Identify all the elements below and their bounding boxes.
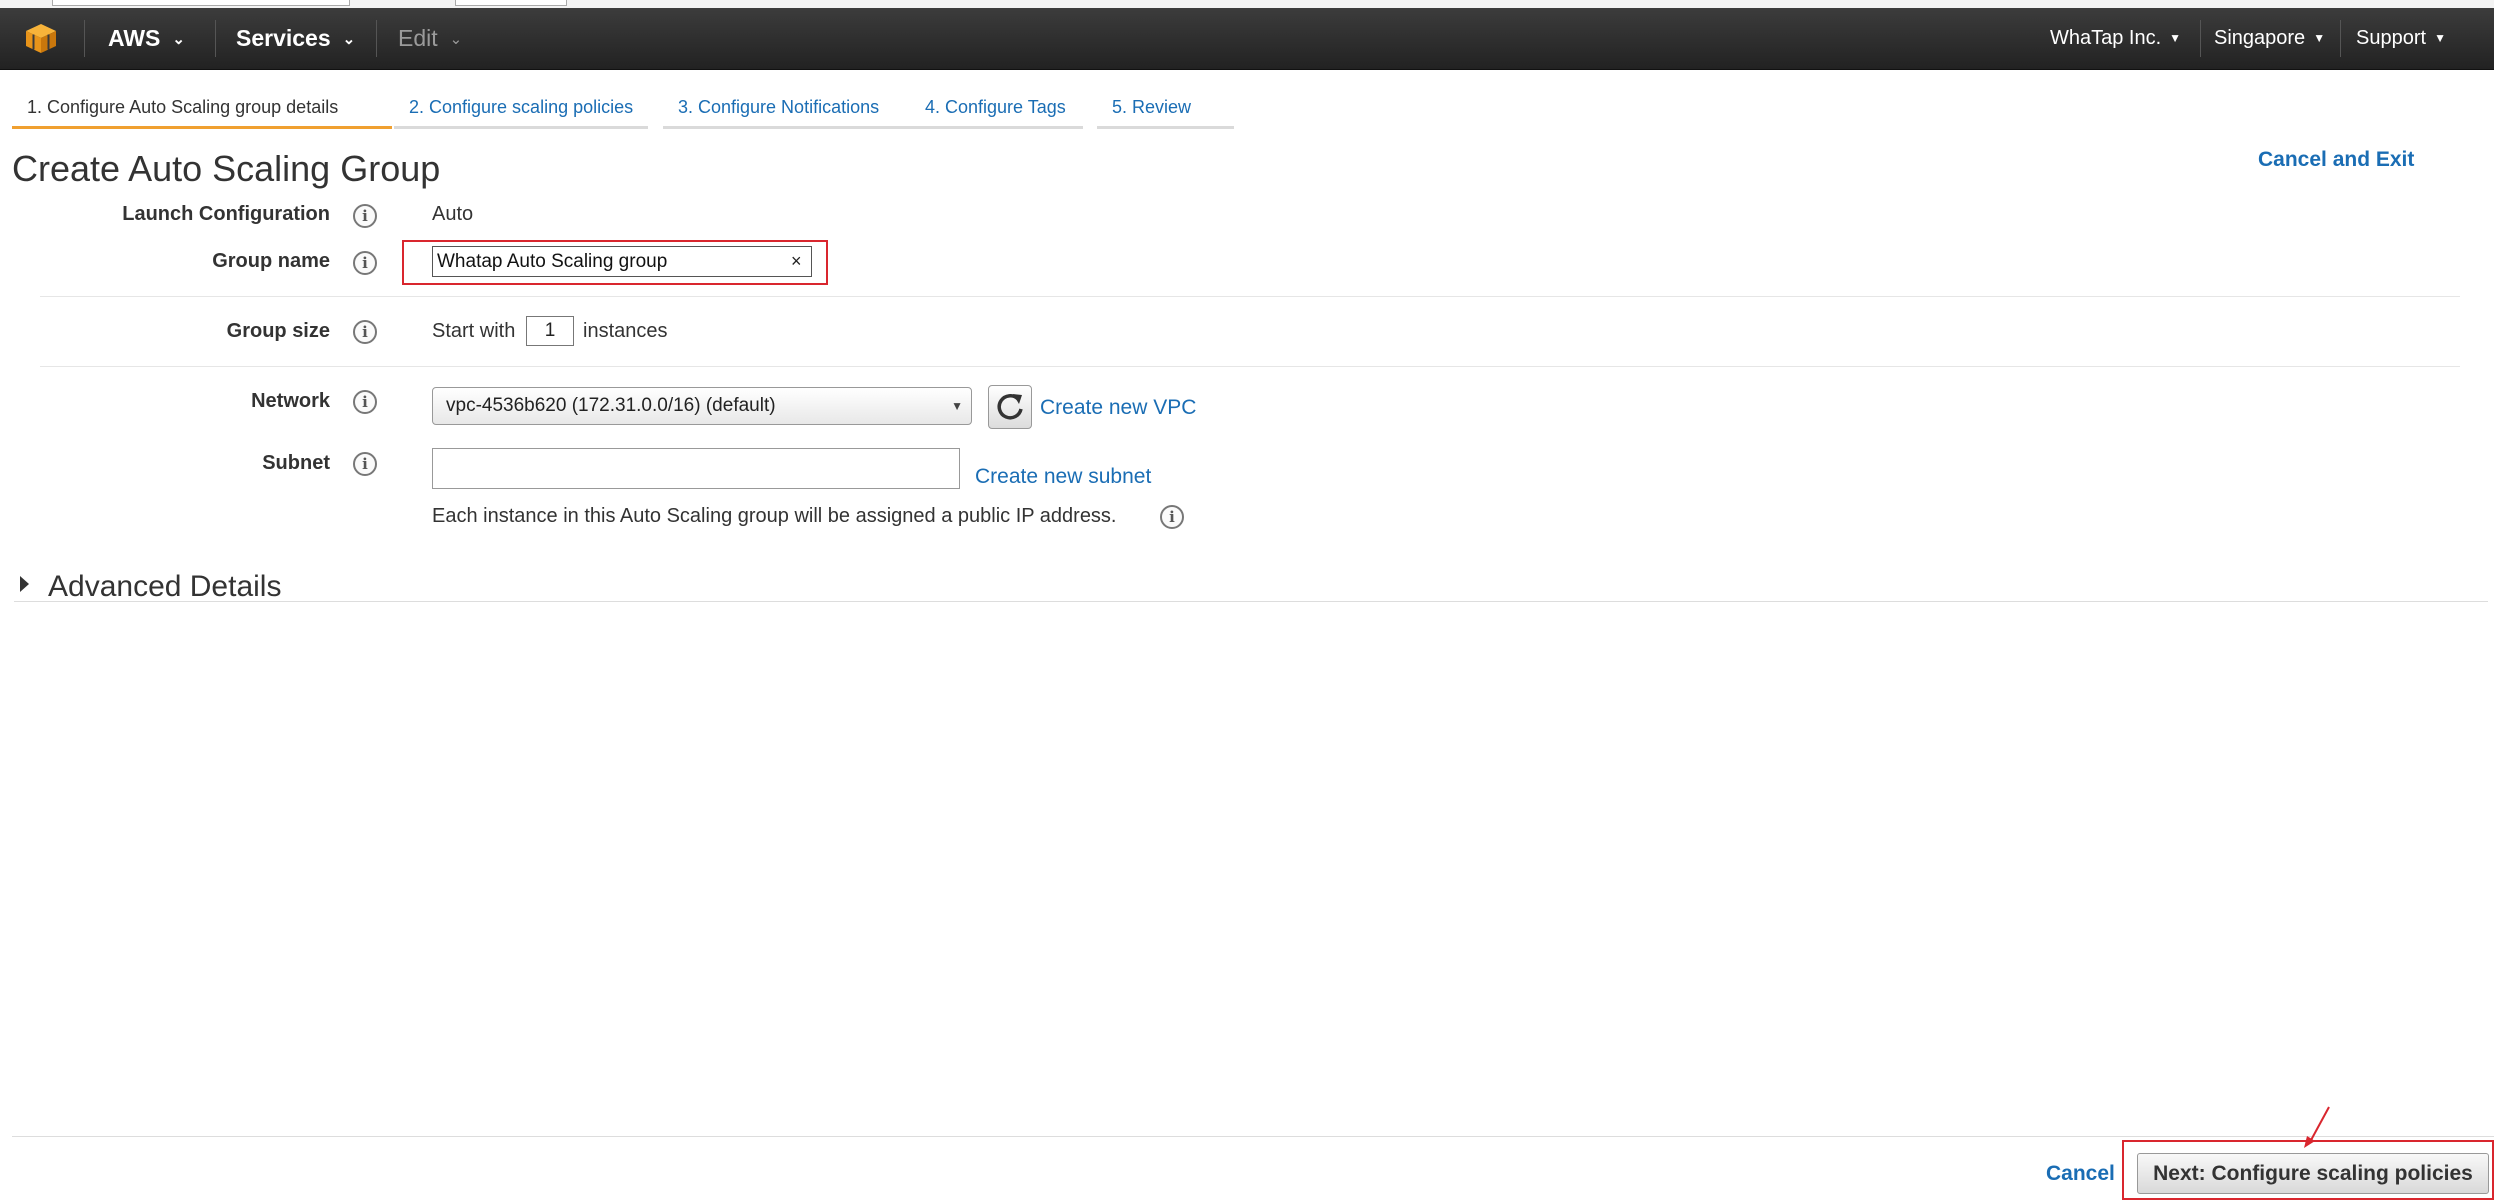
chevron-down-icon: ⌄	[342, 31, 356, 49]
caret-down-icon: ▼	[2313, 31, 2326, 46]
tab-configure-tags[interactable]: 4. Configure Tags	[910, 92, 1083, 129]
tab-label: 1. Configure Auto Scaling group details	[27, 97, 339, 117]
clear-input-icon[interactable]: ×	[791, 251, 802, 271]
info-icon[interactable]: i	[353, 251, 377, 275]
region-menu[interactable]: Singapore ▼	[2214, 8, 2325, 69]
support-menu-label: Support	[2356, 27, 2427, 49]
network-selected-value: vpc-4536b620 (172.31.0.0/16) (default)	[446, 395, 776, 416]
tab-review[interactable]: 5. Review	[1097, 92, 1234, 129]
info-icon[interactable]: i	[353, 204, 377, 228]
aws-menu[interactable]: AWS ⌄	[108, 8, 185, 69]
info-icon[interactable]: i	[353, 320, 377, 344]
services-menu[interactable]: Services ⌄	[236, 8, 355, 69]
caret-down-icon: ▼	[2169, 31, 2182, 46]
group-name-input[interactable]	[432, 246, 812, 277]
support-menu[interactable]: Support ▼	[2356, 8, 2446, 69]
launch-configuration-label: Launch Configuration	[122, 203, 330, 225]
chevron-down-icon: ⌄	[172, 31, 185, 49]
launch-configuration-value: Auto	[432, 203, 474, 225]
advanced-details-toggle[interactable]: Advanced Details	[48, 570, 281, 604]
nav-divider	[2340, 20, 2341, 57]
info-icon[interactable]: i	[353, 390, 377, 414]
cancel-link[interactable]: Cancel	[2046, 1162, 2115, 1186]
tab-label: 5. Review	[1112, 97, 1192, 117]
caret-down-icon: ▼	[2434, 31, 2446, 46]
tab-configure-scaling-policies[interactable]: 2. Configure scaling policies	[394, 92, 648, 129]
refresh-icon	[997, 394, 1023, 420]
create-new-vpc-link[interactable]: Create new VPC	[1040, 396, 1196, 420]
services-menu-label: Services	[236, 25, 331, 51]
tab-label: 4. Configure Tags	[925, 97, 1066, 117]
cancel-and-exit-link[interactable]: Cancel and Exit	[2258, 148, 2414, 172]
nav-divider	[84, 20, 85, 57]
tab-fragment	[455, 0, 567, 6]
network-label: Network	[251, 390, 330, 412]
account-menu[interactable]: WhaTap Inc. ▼	[2050, 8, 2181, 69]
annotation-arrow-icon	[2304, 1106, 2330, 1148]
advanced-divider	[14, 601, 2488, 602]
tab-configure-notifications[interactable]: 3. Configure Notifications	[663, 92, 912, 129]
section-divider	[40, 296, 2460, 297]
edit-menu[interactable]: Edit ⌄	[398, 8, 462, 69]
account-menu-label: WhaTap Inc.	[2050, 27, 2162, 49]
chevron-down-icon: ⌄	[449, 31, 463, 49]
network-select[interactable]: vpc-4536b620 (172.31.0.0/16) (default) ▼	[432, 387, 972, 425]
subnet-input[interactable]	[432, 448, 960, 489]
group-size-prefix: Start with	[432, 320, 516, 342]
group-size-input[interactable]	[526, 316, 574, 346]
tab-label: 2. Configure scaling policies	[409, 97, 634, 117]
page-title: Create Auto Scaling Group	[12, 148, 441, 189]
refresh-button[interactable]	[988, 385, 1032, 429]
nav-divider	[215, 20, 216, 57]
nav-divider	[2200, 20, 2201, 57]
info-icon[interactable]: i	[353, 452, 377, 476]
aws-menu-label: AWS	[108, 25, 161, 51]
aws-cube-icon[interactable]	[24, 22, 58, 54]
address-bar-fragment	[52, 0, 350, 6]
tab-label: 3. Configure Notifications	[678, 97, 880, 117]
group-name-label: Group name	[212, 250, 330, 272]
caret-right-icon[interactable]	[20, 576, 29, 592]
nav-divider	[376, 20, 377, 57]
next-configure-scaling-policies-button[interactable]: Next: Configure scaling policies	[2137, 1153, 2489, 1194]
group-size-suffix: instances	[583, 320, 668, 342]
caret-down-icon: ▼	[951, 399, 963, 413]
tab-configure-group-details[interactable]: 1. Configure Auto Scaling group details	[12, 92, 392, 129]
subnet-label: Subnet	[262, 452, 330, 474]
info-icon[interactable]: i	[1160, 505, 1184, 529]
region-menu-label: Singapore	[2214, 27, 2306, 49]
footer-divider	[12, 1136, 2494, 1137]
top-navbar: AWS ⌄ Services ⌄ Edit ⌄ WhaTap Inc. ▼ Singap…	[0, 8, 2494, 70]
group-size-label: Group size	[226, 320, 330, 342]
create-new-subnet-link[interactable]: Create new subnet	[975, 465, 1151, 489]
section-divider	[40, 366, 2460, 367]
edit-menu-label: Edit	[398, 25, 438, 51]
public-ip-note: Each instance in this Auto Scaling group…	[432, 505, 1117, 527]
